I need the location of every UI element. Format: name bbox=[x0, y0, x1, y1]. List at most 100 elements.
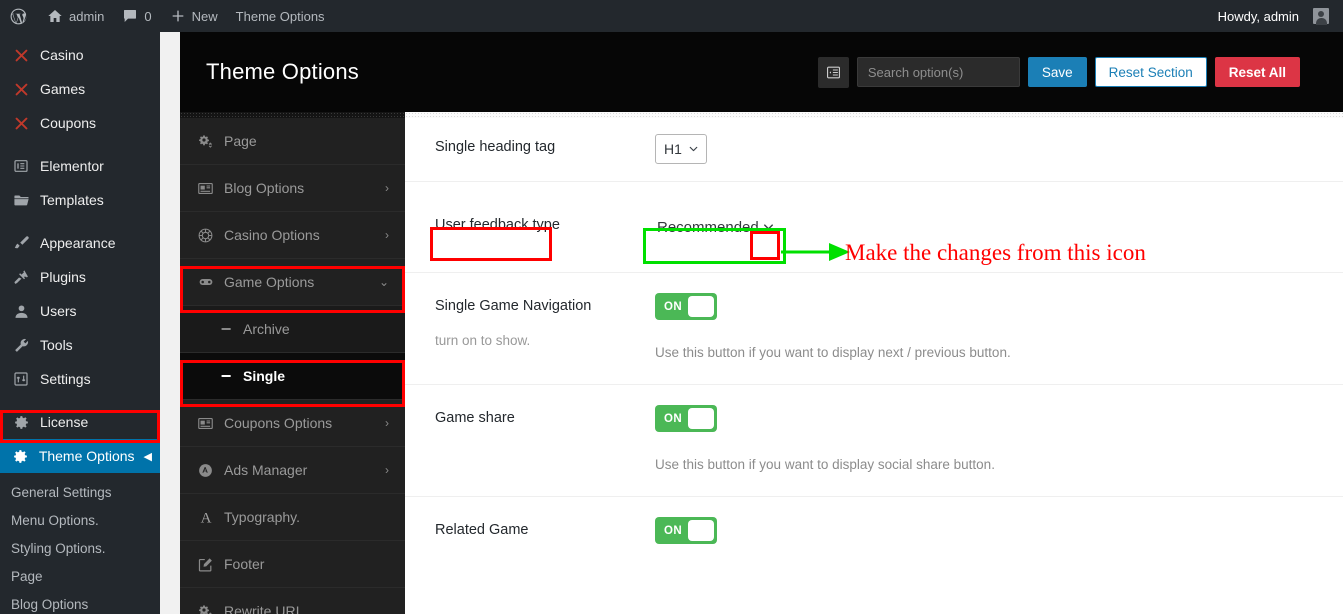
nav-item-page[interactable]: Page bbox=[180, 118, 405, 165]
field-control: ON bbox=[655, 517, 1343, 544]
site-name-label: admin bbox=[69, 8, 105, 24]
nav-item-game-options[interactable]: Game Options ⌄ bbox=[180, 259, 405, 306]
nav-item-footer[interactable]: Footer bbox=[180, 541, 405, 588]
sidebar-item-games[interactable]: Games bbox=[0, 72, 160, 106]
sidebar-separator bbox=[0, 217, 160, 226]
theme-options-submenu: General Settings Menu Options. Styling O… bbox=[0, 473, 160, 614]
user-icon bbox=[11, 303, 31, 320]
nav-item-single[interactable]: Single bbox=[180, 353, 405, 400]
sidebar-item-tools[interactable]: Tools bbox=[0, 328, 160, 362]
nav-item-blog-options[interactable]: Blog Options › bbox=[180, 165, 405, 212]
nav-item-label: Archive bbox=[243, 321, 290, 337]
field-control: ON Use this button if you want to displa… bbox=[655, 405, 1343, 472]
new-content-menu[interactable]: New bbox=[161, 0, 227, 32]
toggle-knob bbox=[688, 296, 714, 317]
save-button[interactable]: Save bbox=[1027, 57, 1087, 87]
field-label-text: Single Game Navigation bbox=[435, 298, 592, 314]
submenu-item-page[interactable]: Page bbox=[0, 563, 160, 591]
gear-icon bbox=[11, 448, 30, 465]
heading-tag-select[interactable]: H1 bbox=[655, 134, 707, 164]
reset-all-button[interactable]: Reset All bbox=[1214, 57, 1300, 87]
nav-item-archive[interactable]: Archive bbox=[180, 306, 405, 353]
wp-admin-sidebar: Casino Games Coupons Elementor Templates bbox=[0, 32, 160, 614]
search-input[interactable] bbox=[856, 57, 1020, 87]
nav-item-coupons-options[interactable]: Coupons Options › bbox=[180, 400, 405, 447]
toggle-knob bbox=[688, 408, 714, 429]
submenu-item-menu-options[interactable]: Menu Options. bbox=[0, 507, 160, 535]
submenu-item-general-settings[interactable]: General Settings bbox=[0, 479, 160, 507]
adminbar-theme-options[interactable]: Theme Options bbox=[227, 0, 334, 32]
nav-item-ads-manager[interactable]: Ads Manager › bbox=[180, 447, 405, 494]
nav-item-label: Blog Options bbox=[224, 180, 305, 196]
sidebar-item-coupons[interactable]: Coupons bbox=[0, 106, 160, 140]
sidebar-separator bbox=[0, 396, 160, 405]
sidebar-item-label: License bbox=[40, 414, 89, 430]
reset-section-button[interactable]: Reset Section bbox=[1094, 57, 1207, 87]
my-account-menu[interactable]: Howdy, admin bbox=[1209, 0, 1343, 32]
expand-options-button[interactable] bbox=[817, 56, 849, 88]
gears-icon bbox=[197, 133, 221, 149]
sidebar-item-theme-options[interactable]: Theme Options ◀ bbox=[0, 439, 160, 473]
sidebar-item-label: Casino bbox=[40, 47, 84, 63]
sidebar-item-appearance[interactable]: Appearance bbox=[0, 226, 160, 260]
nav-item-typography[interactable]: A Typography. bbox=[180, 494, 405, 541]
nav-item-label: Footer bbox=[224, 556, 265, 572]
toggle-state-label: ON bbox=[664, 300, 683, 313]
sidebar-item-settings[interactable]: Settings bbox=[0, 362, 160, 396]
sidebar-item-elementor[interactable]: Elementor bbox=[0, 149, 160, 183]
field-label: Game share bbox=[435, 410, 515, 426]
sidebar-item-label: Templates bbox=[40, 192, 104, 208]
sidebar-item-casino[interactable]: Casino bbox=[0, 38, 160, 72]
sidebar-item-users[interactable]: Users bbox=[0, 294, 160, 328]
chevron-right-icon: › bbox=[385, 228, 389, 242]
chevron-right-icon: › bbox=[385, 181, 389, 195]
sidebar-item-label: Plugins bbox=[40, 269, 86, 285]
expand-options-icon bbox=[826, 65, 841, 80]
field-control: H1 bbox=[655, 134, 1343, 164]
nav-item-label: Typography. bbox=[224, 509, 301, 525]
toggle-knob bbox=[688, 520, 714, 541]
plug-icon bbox=[11, 269, 31, 286]
submenu-item-styling-options[interactable]: Styling Options. bbox=[0, 535, 160, 563]
wordpress-logo-button[interactable] bbox=[0, 0, 38, 32]
field-sublabel: turn on to show. bbox=[435, 333, 531, 348]
gear-icon bbox=[11, 414, 31, 431]
sidebar-item-label: Appearance bbox=[40, 235, 116, 251]
field-label: Single Game Navigation turn on to show. bbox=[435, 293, 655, 360]
sidebar-item-label: Settings bbox=[40, 371, 91, 387]
field-label: Single heading tag bbox=[435, 139, 556, 155]
sidebar-item-license[interactable]: License bbox=[0, 405, 160, 439]
svg-text:A: A bbox=[201, 510, 212, 526]
toggle-state-label: ON bbox=[664, 524, 683, 537]
wordpress-logo-icon bbox=[9, 7, 28, 26]
comments-menu[interactable]: 0 bbox=[113, 0, 160, 32]
sidebar-item-label: Tools bbox=[40, 337, 73, 353]
nav-item-label: Rewrite URI bbox=[224, 603, 300, 614]
nav-item-label: Ads Manager bbox=[224, 462, 308, 478]
nav-item-casino-options[interactable]: Casino Options › bbox=[180, 212, 405, 259]
single-game-navigation-toggle[interactable]: ON bbox=[655, 293, 717, 320]
heading-tag-select-wrapper[interactable]: H1 bbox=[655, 134, 707, 164]
submenu-item-blog-options[interactable]: Blog Options bbox=[0, 591, 160, 614]
redux-section-nav: Page Blog Options › Casino Options › Gam… bbox=[180, 112, 405, 614]
sidebar-item-label: Games bbox=[40, 81, 86, 97]
chevron-down-icon: ⌄ bbox=[378, 275, 389, 289]
user-feedback-type-select[interactable]: Recommended bbox=[655, 212, 783, 242]
admin-page-canvas: Theme Options Save Reset Section Reset A… bbox=[160, 32, 1343, 614]
related-game-toggle[interactable]: ON bbox=[655, 517, 717, 544]
nav-item-rewrite-uri[interactable]: Rewrite URI bbox=[180, 588, 405, 614]
chevron-right-icon: › bbox=[385, 416, 389, 430]
sidebar-item-templates[interactable]: Templates bbox=[0, 183, 160, 217]
wrench-icon bbox=[11, 337, 31, 354]
toggle-state-label: ON bbox=[664, 412, 683, 425]
sliders-icon bbox=[11, 371, 31, 387]
sidebar-item-plugins[interactable]: Plugins bbox=[0, 260, 160, 294]
elementor-icon bbox=[11, 158, 31, 174]
site-name-menu[interactable]: admin bbox=[38, 0, 113, 32]
letter-a-icon: A bbox=[197, 508, 221, 526]
newspaper-icon bbox=[197, 415, 221, 432]
game-share-toggle[interactable]: ON bbox=[655, 405, 717, 432]
howdy-label: Howdy, admin bbox=[1217, 8, 1299, 24]
user-feedback-type-select-wrapper[interactable]: Recommended bbox=[655, 212, 783, 242]
new-label: New bbox=[191, 8, 218, 24]
